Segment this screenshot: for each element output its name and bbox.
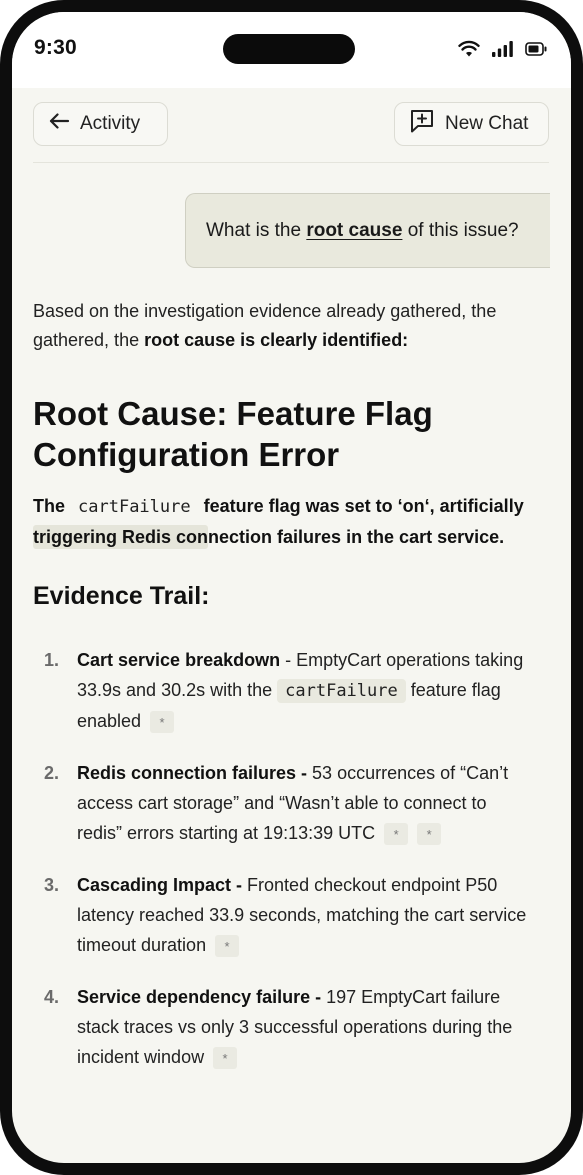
new-chat-button[interactable]: New Chat xyxy=(394,102,549,146)
new-chat-icon xyxy=(409,108,435,140)
back-button[interactable]: Activity xyxy=(33,102,168,146)
response-summary: The cartFailure feature flag was set to … xyxy=(33,491,551,552)
item-title: Cascading Impact - xyxy=(77,875,243,895)
dynamic-island xyxy=(223,34,355,64)
response-intro: Based on the investigation evidence alre… xyxy=(33,297,551,355)
item-body: Service dependency failure - 197 EmptyCa… xyxy=(77,982,527,1072)
user-message-highlight: root cause xyxy=(306,219,403,241)
intro-bold: root cause is clearly identified: xyxy=(144,330,409,350)
assistant-response: Based on the investigation evidence alre… xyxy=(33,297,551,1094)
item-title: Cart service breakdown xyxy=(77,650,281,670)
chat-header: Activity New Chat xyxy=(33,102,549,148)
back-button-label: Activity xyxy=(80,113,141,134)
item-title: Redis connection failures - xyxy=(77,763,308,783)
header-divider xyxy=(33,162,549,163)
wifi-icon xyxy=(458,40,480,57)
signal-icon xyxy=(492,40,513,57)
item-number: 4. xyxy=(44,987,60,1007)
item-number: 1. xyxy=(44,650,60,670)
citation-chip[interactable]: * xyxy=(215,935,240,958)
new-chat-label: New Chat xyxy=(445,113,529,134)
item-body: Cascading Impact - Fronted checkout endp… xyxy=(77,870,527,960)
evidence-item: 3. Cascading Impact - Fronted checkout e… xyxy=(33,870,551,960)
evidence-heading: Evidence Trail: xyxy=(33,582,210,610)
item-number: 3. xyxy=(44,875,60,895)
inline-code: cartFailure xyxy=(78,497,191,517)
phone-frame: 9:30 Activity New Chat What is the root … xyxy=(0,0,583,1175)
status-bar: 9:30 xyxy=(12,12,571,88)
inline-code: cartFailure xyxy=(277,679,406,703)
arrow-left-icon xyxy=(48,112,70,136)
status-icons xyxy=(458,40,547,57)
screen: 9:30 Activity New Chat What is the root … xyxy=(12,12,571,1163)
status-time: 9:30 xyxy=(34,36,77,59)
user-message-bubble: What is the root cause of this issue? xyxy=(185,193,550,268)
summary-text: The xyxy=(33,496,71,516)
evidence-item: 1. Cart service breakdown - EmptyCart op… xyxy=(33,645,551,736)
item-body: Cart service breakdown - EmptyCart opera… xyxy=(77,645,527,736)
item-body: Redis connection failures - 53 occurrenc… xyxy=(77,758,527,848)
summary-text: feature flag was set to ‘on‘, artificial… xyxy=(198,496,524,516)
summary-text: nection failures in the cart service. xyxy=(208,527,505,547)
evidence-item: 2. Redis connection failures - 53 occurr… xyxy=(33,758,551,848)
item-title: Service dependency failure - xyxy=(77,987,322,1007)
summary-highlight: triggering Redis con xyxy=(33,525,209,549)
battery-icon xyxy=(525,41,547,56)
response-title: Root Cause: Feature Flag Configuration E… xyxy=(33,395,433,473)
evidence-list: 1. Cart service breakdown - EmptyCart op… xyxy=(33,645,551,1072)
user-message-part: of this issue? xyxy=(402,219,519,241)
citation-chip[interactable]: * xyxy=(213,1047,238,1070)
citation-chip[interactable]: * xyxy=(150,711,175,734)
citation-chip[interactable]: * xyxy=(384,823,409,846)
citation-chip[interactable]: * xyxy=(417,823,442,846)
user-message-text: What is the root cause of this issue? xyxy=(206,220,519,242)
user-message-part: What is the xyxy=(206,219,307,241)
item-number: 2. xyxy=(44,763,60,783)
evidence-item: 4. Service dependency failure - 197 Empt… xyxy=(33,982,551,1072)
